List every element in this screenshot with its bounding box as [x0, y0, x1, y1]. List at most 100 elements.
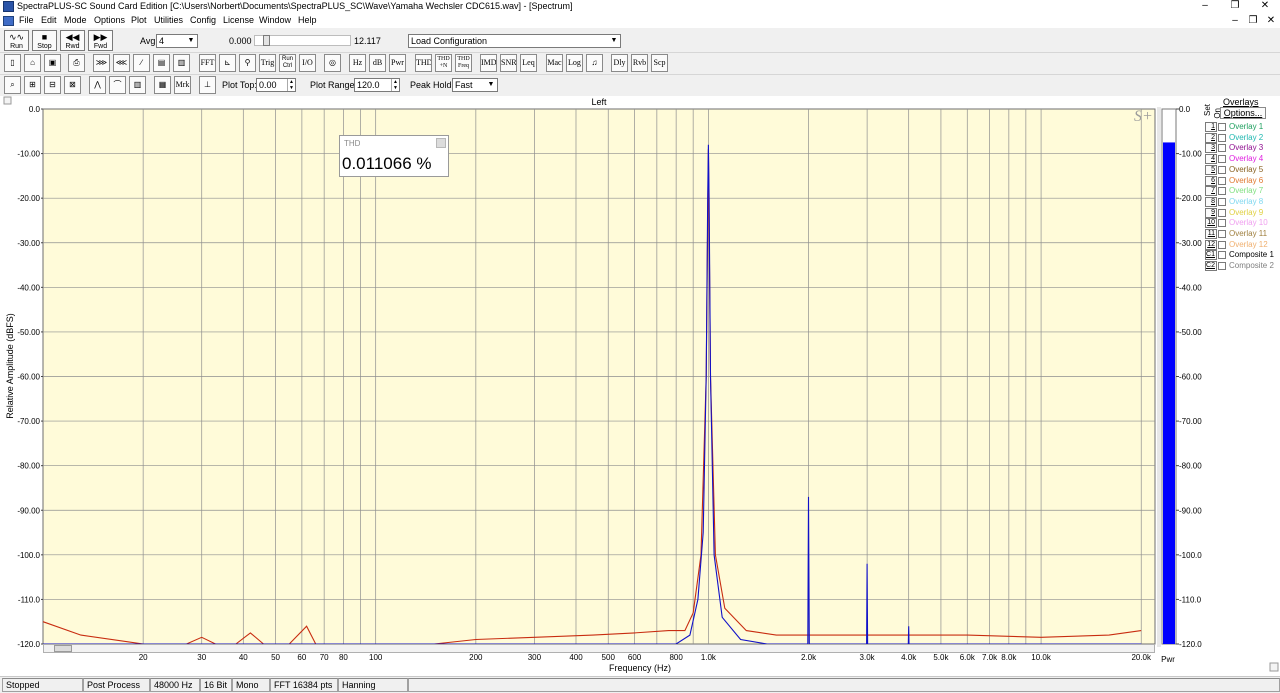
generator-icon[interactable]: ◎	[324, 54, 341, 72]
plot-range-input[interactable]: 120.0 ▲ ▼	[354, 78, 400, 92]
overlay-set-button[interactable]: 2	[1205, 132, 1217, 143]
cursor-full-icon[interactable]: ⊠	[64, 76, 81, 94]
minimize-button[interactable]: –	[1190, 0, 1220, 14]
spin-arrows-icon[interactable]: ▲ ▼	[287, 79, 295, 91]
overlay-set-button[interactable]: C2	[1205, 261, 1217, 272]
menu-plot[interactable]: Plot	[129, 15, 149, 25]
plot-top-input[interactable]: 0.00 ▲ ▼	[256, 78, 296, 92]
overlay-checkbox[interactable]	[1218, 123, 1226, 131]
ramp-icon[interactable]: ∕	[133, 54, 150, 72]
spin-arrows-icon[interactable]: ▲ ▼	[391, 79, 399, 91]
mdi-minimize-button[interactable]: –	[1226, 15, 1244, 26]
thd-readout-box[interactable]: THD 0.011066 %	[339, 135, 449, 177]
overlay-set-button[interactable]: 3	[1205, 143, 1217, 154]
horizontal-scrollbar[interactable]	[43, 644, 1155, 653]
thd-freq-button[interactable]: THD Freq	[455, 54, 472, 72]
menu-license[interactable]: License	[221, 15, 256, 25]
cursor-2x-icon[interactable]: ⊟	[44, 76, 61, 94]
zoom-icon[interactable]: ⌕	[4, 76, 21, 94]
print-icon[interactable]: ⎙	[68, 54, 85, 72]
configuration-select[interactable]: Load Configuration ▼	[408, 34, 621, 48]
scope-button[interactable]: Scp	[651, 54, 668, 72]
delay-button[interactable]: Dly	[611, 54, 628, 72]
overlay-checkbox[interactable]	[1218, 262, 1226, 271]
overlay-checkbox[interactable]	[1218, 219, 1226, 228]
overlays-options-button[interactable]: Options...	[1220, 107, 1266, 119]
mdi-restore-button[interactable]: ❐	[1244, 15, 1262, 26]
imd-button[interactable]: IMD	[480, 54, 497, 72]
avg-select[interactable]: 4 ▼	[156, 34, 198, 48]
io-button[interactable]: I/O	[299, 54, 316, 72]
hz-button[interactable]: Hz	[349, 54, 366, 72]
mdi-close-button[interactable]: ✕	[1262, 15, 1280, 26]
db-button[interactable]: dB	[369, 54, 386, 72]
menu-config[interactable]: Config	[188, 15, 218, 25]
overlay-set-button[interactable]: 1	[1205, 122, 1217, 132]
overlay-set-button[interactable]: 11	[1205, 229, 1217, 239]
bars-icon[interactable]: ▥	[129, 76, 146, 94]
cursor-line-icon[interactable]: ⊥	[199, 76, 216, 94]
menu-edit[interactable]: Edit	[39, 15, 59, 25]
fft-button[interactable]: FFT	[199, 54, 216, 72]
overlay-set-button[interactable]: 12	[1205, 239, 1217, 250]
window-size-grip-icon[interactable]	[1269, 662, 1279, 672]
overlay-set-button[interactable]: 10	[1205, 218, 1217, 229]
pwr-button[interactable]: Pwr	[389, 54, 406, 72]
overlay-set-button[interactable]: 7	[1205, 186, 1217, 197]
menu-mode[interactable]: Mode	[62, 15, 89, 25]
grid-icon[interactable]: ▦	[154, 76, 171, 94]
phase-icon[interactable]: ⋘	[113, 54, 130, 72]
menu-options[interactable]: Options	[92, 15, 127, 25]
overlay-set-button[interactable]: 9	[1205, 207, 1217, 218]
overlay-checkbox[interactable]	[1218, 251, 1226, 260]
close-icon[interactable]	[436, 138, 446, 148]
run-button[interactable]: ∿∿ Run	[4, 30, 29, 51]
macro-button[interactable]: Mac	[546, 54, 563, 72]
stop-button[interactable]: ■ Stop	[32, 30, 57, 51]
menu-utilities[interactable]: Utilities	[152, 15, 185, 25]
overlay-checkbox[interactable]	[1218, 133, 1226, 142]
thd-n-button[interactable]: THD +N	[435, 54, 452, 72]
time-series-icon[interactable]: ⊾	[219, 54, 236, 72]
spectrum-3d-icon[interactable]: ▥	[173, 54, 190, 72]
close-button[interactable]: ✕	[1250, 0, 1280, 14]
forward-button[interactable]: ▶▶ Fwd	[88, 30, 113, 51]
overlay-checkbox[interactable]	[1218, 197, 1226, 206]
spectrogram-icon[interactable]: ▤	[153, 54, 170, 72]
signal-generator-icon[interactable]: ⚲	[239, 54, 256, 72]
thd-button[interactable]: THD	[415, 54, 432, 72]
overlay-set-button[interactable]: 6	[1205, 175, 1217, 186]
overlay-checkbox[interactable]	[1218, 187, 1226, 196]
snr-button[interactable]: SNR	[500, 54, 517, 72]
overlay-set-button[interactable]: 8	[1205, 196, 1217, 207]
cursor-zoom-icon[interactable]: ⊞	[24, 76, 41, 94]
menu-help[interactable]: Help	[296, 15, 319, 25]
overlay-set-button[interactable]: C1	[1205, 250, 1217, 261]
overlay-checkbox[interactable]	[1218, 208, 1226, 217]
run-control-button[interactable]: Run Ctrl	[279, 54, 296, 72]
overlay-checkbox[interactable]	[1218, 230, 1226, 238]
trigger-button[interactable]: Trig	[259, 54, 276, 72]
spectrum-window-icon[interactable]	[3, 16, 14, 26]
overlay-checkbox[interactable]	[1218, 144, 1226, 153]
position-slider[interactable]	[254, 35, 351, 46]
smooth-icon[interactable]: ⌒	[109, 76, 126, 94]
rewind-button[interactable]: ◀◀ Rwd	[60, 30, 85, 51]
open-folder-icon[interactable]: ⌂	[24, 54, 41, 72]
peak-icon[interactable]: ⋀	[89, 76, 106, 94]
position-slider-thumb[interactable]	[263, 35, 270, 46]
new-file-icon[interactable]: ▯	[4, 54, 21, 72]
overlay-checkbox[interactable]	[1218, 176, 1226, 185]
overlay-set-button[interactable]: 4	[1205, 154, 1217, 165]
menu-window[interactable]: Window	[257, 15, 293, 25]
reverb-button[interactable]: Rvb	[631, 54, 648, 72]
plot-corner-icon[interactable]	[3, 96, 12, 105]
overlay-checkbox[interactable]	[1218, 155, 1226, 164]
marker-button[interactable]: Mrk	[174, 76, 191, 94]
overlay-checkbox[interactable]	[1218, 240, 1226, 249]
overlay-set-button[interactable]: 5	[1205, 164, 1217, 175]
restore-button[interactable]: ❐	[1220, 0, 1250, 14]
peak-hold-select[interactable]: Fast ▼	[452, 78, 498, 92]
save-icon[interactable]: ▣	[44, 54, 61, 72]
menu-file[interactable]: File	[17, 15, 36, 25]
